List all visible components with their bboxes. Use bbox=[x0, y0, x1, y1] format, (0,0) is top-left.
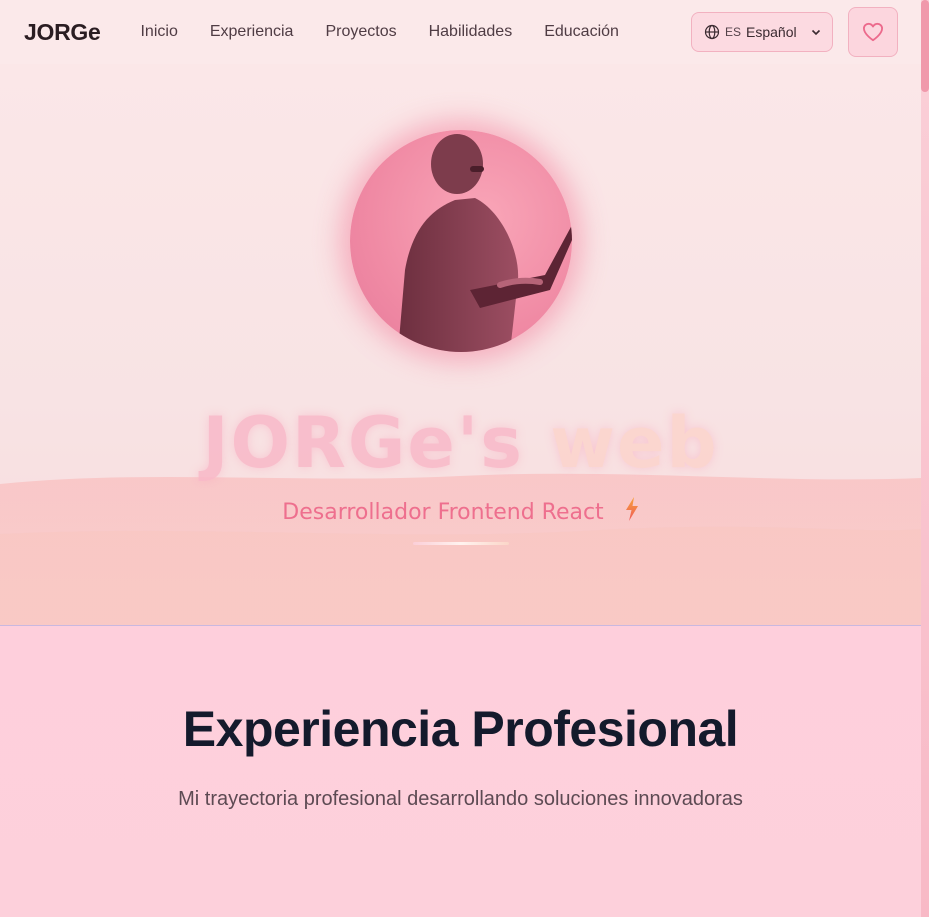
scrollbar-thumb[interactable] bbox=[921, 0, 929, 92]
favorite-button[interactable] bbox=[848, 7, 898, 57]
heart-icon bbox=[862, 22, 884, 42]
nav-item-proyectos[interactable]: Proyectos bbox=[325, 23, 396, 41]
hero-title-main: JORGe's bbox=[202, 402, 524, 484]
hero-title-accent: web bbox=[550, 402, 719, 484]
hero-divider bbox=[413, 542, 509, 545]
brand-logo[interactable]: JORGe bbox=[24, 19, 101, 46]
nav-item-habilidades[interactable]: Habilidades bbox=[429, 23, 513, 41]
main-nav: Inicio Experiencia Proyectos Habilidades… bbox=[140, 23, 618, 41]
nav-item-inicio[interactable]: Inicio bbox=[140, 23, 177, 41]
hero-title: JORGe's web bbox=[0, 402, 921, 484]
chevron-down-icon bbox=[810, 26, 822, 38]
language-selector[interactable]: ES Español bbox=[691, 12, 833, 52]
experience-section: Experiencia Profesional Mi trayectoria p… bbox=[0, 626, 921, 917]
language-name: Español bbox=[746, 24, 797, 40]
hero-section: JORGe's web Desarrollador Frontend React bbox=[0, 64, 921, 625]
hero-subtitle: Desarrollador Frontend React bbox=[0, 497, 921, 527]
nav-item-experiencia[interactable]: Experiencia bbox=[210, 23, 294, 41]
section-title: Experiencia Profesional bbox=[182, 701, 739, 757]
person-with-laptop-image bbox=[398, 134, 572, 352]
hero-subtitle-text: Desarrollador Frontend React bbox=[282, 500, 604, 525]
section-subtitle: Mi trayectoria profesional desarrollando… bbox=[178, 788, 743, 810]
globe-icon bbox=[704, 24, 720, 40]
nav-item-educacion[interactable]: Educación bbox=[544, 23, 619, 41]
lightning-icon bbox=[625, 497, 639, 527]
profile-avatar bbox=[350, 130, 572, 352]
scrollbar[interactable] bbox=[921, 0, 929, 917]
language-code: ES bbox=[725, 25, 742, 39]
